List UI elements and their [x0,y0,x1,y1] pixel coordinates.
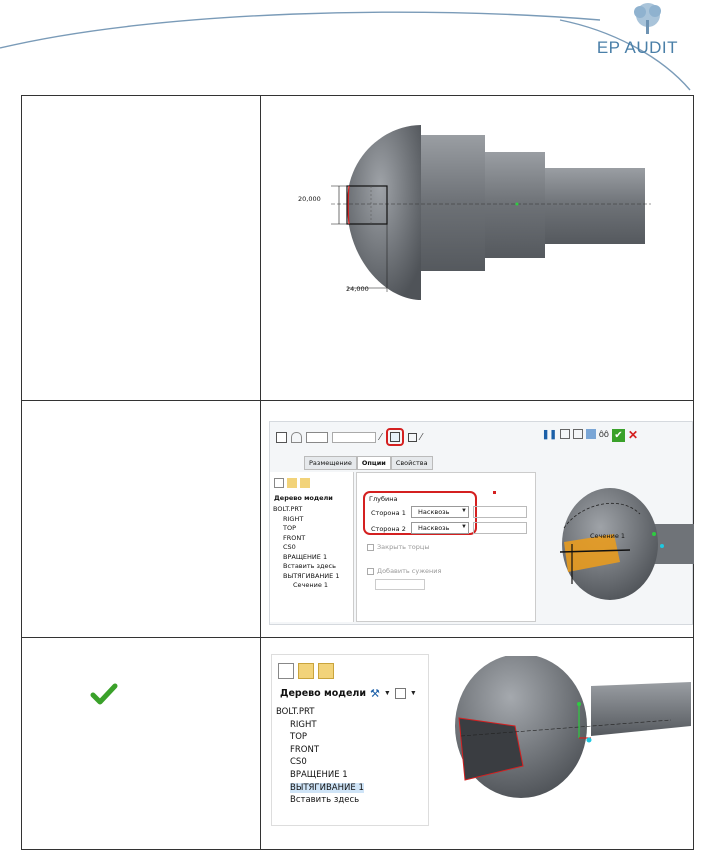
tree-item-part[interactable]: BOLT.PRT [273,505,350,515]
model-tree-title: Дерево модели [280,688,367,699]
step-image-cell: ⁄ ⁄ ❚❚ ôô ✔ ✕ Размещение Опции Свойства … [260,400,694,638]
tree-tabs [278,663,422,679]
side1-value: Насквозь [418,508,450,516]
green-check-icon [90,683,118,705]
ok-check-icon[interactable]: ✔ [611,429,625,442]
verify-icon[interactable] [585,429,596,439]
tree-item-revolve[interactable]: ВРАЩЕНИЕ 1 [276,769,422,782]
logo-text: EP AUDIT [596,38,678,57]
vertical-dimension: 20,000 [298,195,321,203]
tree-item-cs0[interactable]: CS0 [273,543,350,553]
tab-placement[interactable]: Размещение [304,456,357,470]
table-row: Дерево модели ⚒ ▼ ▼ BOLT.PRT RIGHT TOP F… [21,637,694,850]
step-description-cell [21,637,261,850]
section-label-on-model: Сечение 1 [590,532,626,540]
options-panel: Глубина Сторона 1 Насквозь ▼ Сторона 2 Н… [356,472,536,622]
cancel-x-icon[interactable]: ✕ [628,429,638,442]
show-icon[interactable] [394,688,406,699]
folder-tab-icon[interactable] [298,663,314,679]
tab-properties[interactable]: Свойства [390,456,433,470]
model-tree-header: Дерево модели ⚒ ▼ ▼ [280,687,420,700]
surface-icon[interactable] [291,431,302,443]
model-tree-list: BOLT.PRT RIGHT TOP FRONT CS0 ВРАЩЕНИЕ 1 … [273,505,350,591]
final-model-view [455,656,691,798]
extrude-dashboard-screenshot: ⁄ ⁄ ❚❚ ôô ✔ ✕ Размещение Опции Свойства … [269,421,694,625]
tree-logo-icon [634,3,661,34]
model-tree-list: BOLT.PRT RIGHT TOP FRONT CS0 ВРАЩЕНИЕ 1 … [276,706,422,807]
step-description-cell [21,95,261,401]
step-description-cell [21,400,261,638]
close-ends-label: Закрыть торцы [377,543,430,551]
table-row: ⁄ ⁄ ❚❚ ôô ✔ ✕ Размещение Опции Свойства … [21,400,694,638]
depth-option-select[interactable] [306,431,328,443]
tree-tab-icon[interactable] [278,663,294,679]
favorites-tab-icon[interactable] [318,663,334,679]
glasses-icon[interactable]: ôô [599,429,609,442]
tree-item-top[interactable]: TOP [273,524,350,534]
chevron-down-icon[interactable]: ▼ [410,690,417,697]
dashboard-tabs: Размещение Опции Свойства [304,456,433,470]
tree-item-cs0[interactable]: CS0 [276,756,422,769]
dashboard-toolbar: ⁄ ⁄ [276,428,422,446]
tree-item-extrude[interactable]: ВЫТЯГИВАНИЕ 1 [273,572,350,582]
extrude-preview-model [559,488,694,600]
tree-item-front[interactable]: FRONT [273,534,350,544]
solid-icon[interactable] [276,431,287,443]
tree-tab-icon[interactable] [274,478,284,488]
side2-label: Сторона 2 [371,525,406,533]
chevron-down-icon: ▼ [461,524,467,530]
tree-tabs [274,478,349,488]
favorites-tab-icon[interactable] [300,478,310,488]
depth-value-input[interactable] [332,431,376,443]
remove-material-icon [389,432,400,442]
close-ends-checkbox[interactable] [367,543,374,551]
page-header: EP AUDIT [0,0,702,95]
chevron-down-icon: ▼ [461,508,467,514]
add-taper-checkbox[interactable] [367,567,374,575]
tree-item-insert-here[interactable]: Вставить здесь [276,794,422,807]
side2-select[interactable]: Насквозь ▼ [411,522,469,534]
table-row: 20,000 24,000 [21,95,694,401]
step-image-cell: Дерево модели ⚒ ▼ ▼ BOLT.PRT RIGHT TOP F… [260,637,694,850]
model-tree-title: Дерево модели [274,494,333,502]
tree-item-revolve[interactable]: ВРАЩЕНИЕ 1 [273,553,350,563]
tree-item-right[interactable]: RIGHT [273,515,350,525]
model-tree-screenshot: Дерево модели ⚒ ▼ ▼ BOLT.PRT RIGHT TOP F… [271,654,429,826]
flip-thicken-icon[interactable]: ⁄ [421,432,423,443]
tree-item-insert-here[interactable]: Вставить здесь [273,562,350,572]
tree-item-top[interactable]: TOP [276,731,422,744]
thicken-icon[interactable] [407,432,417,442]
tree-item-section[interactable]: Сечение 1 [273,581,350,591]
step-image-cell: 20,000 24,000 [260,95,694,401]
taper-value-input[interactable] [375,579,425,590]
dashboard-actions: ❚❚ ôô ✔ ✕ [542,429,638,442]
folder-tab-icon[interactable] [287,478,297,488]
side2-value: Насквозь [418,524,450,532]
close-ends-row[interactable]: Закрыть торцы [367,543,429,551]
add-taper-row[interactable]: Добавить сужения [367,567,441,575]
horizontal-dimension: 24,000 [346,285,369,293]
preview2-icon[interactable] [572,429,583,439]
pause-icon[interactable]: ❚❚ [542,429,557,442]
tab-options[interactable]: Опции [356,456,391,470]
side1-label: Сторона 1 [371,509,406,517]
model-tree-panel: Дерево модели BOLT.PRT RIGHT TOP FRONT C… [270,472,354,622]
side2-value-input[interactable] [473,522,527,534]
add-taper-label: Добавить сужения [377,567,442,575]
tree-item-front[interactable]: FRONT [276,744,422,757]
marker-dot [493,491,496,494]
side1-value-input[interactable] [473,506,527,518]
preview-icon[interactable] [559,429,570,439]
tree-item-right[interactable]: RIGHT [276,719,422,732]
chevron-down-icon[interactable]: ▼ [384,690,391,697]
tree-item-part[interactable]: BOLT.PRT [276,706,422,719]
remove-material-button[interactable] [385,428,404,446]
settings-icon[interactable]: ⚒ [370,687,380,700]
side1-select[interactable]: Насквозь ▼ [411,506,469,518]
instruction-table: 20,000 24,000 ⁄ ⁄ ❚❚ ôô ✔ ✕ Размещение О… [21,95,694,850]
tree-item-extrude[interactable]: ВЫТЯГИВАНИЕ 1 [290,782,364,793]
flip-icon[interactable]: ⁄ [380,432,382,443]
sketch-drawing [331,125,651,300]
